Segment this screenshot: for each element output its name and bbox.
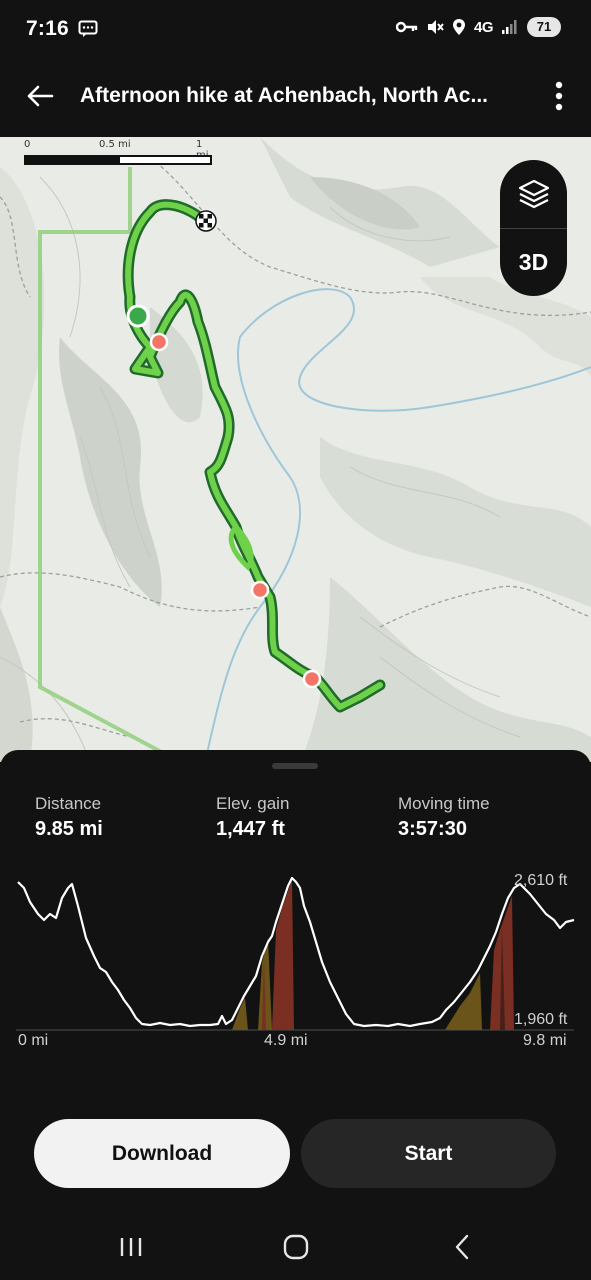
home-button[interactable] xyxy=(266,1230,326,1264)
route-map[interactable]: 0 0.5 mi 1 mi 3D xyxy=(0,137,591,762)
signal-icon xyxy=(501,19,519,35)
scale-label-0: 0 xyxy=(24,139,31,150)
elevation-profile-graphic xyxy=(16,876,575,1031)
more-vertical-icon xyxy=(555,81,563,111)
start-button[interactable]: Start xyxy=(301,1119,556,1188)
stat-value: 1,447 ft xyxy=(216,818,285,840)
elevation-max-label: 2,610 ft xyxy=(514,872,568,889)
stat-moving-time: Moving time 3:57:30 xyxy=(398,794,490,841)
download-button[interactable]: Download xyxy=(34,1119,290,1188)
waypoint-marker[interactable] xyxy=(302,669,322,689)
start-marker xyxy=(126,304,150,328)
finish-marker-icon xyxy=(195,210,217,232)
layers-icon xyxy=(518,179,549,209)
elevation-line xyxy=(17,876,575,1028)
map-scale-bar: 0 0.5 mi 1 mi xyxy=(24,139,214,169)
stat-label: Moving time xyxy=(398,794,490,813)
elevation-profile-chart[interactable]: 2,610 ft 1,960 ft 0 mi 4.9 mi 9.8 mi xyxy=(0,858,591,1058)
waypoint-marker[interactable] xyxy=(250,580,270,600)
distance-start-label: 0 mi xyxy=(18,1032,49,1049)
system-navigation-bar xyxy=(0,1212,591,1280)
status-time: 7:16 xyxy=(26,17,69,40)
layers-button[interactable] xyxy=(500,160,567,228)
stat-label: Elev. gain xyxy=(216,794,290,813)
battery-indicator: 71 xyxy=(527,17,561,37)
distance-mid-label: 4.9 mi xyxy=(264,1032,308,1049)
vpn-key-icon xyxy=(395,20,418,34)
more-options-button[interactable] xyxy=(541,76,577,116)
mute-icon xyxy=(426,18,444,36)
activity-details-sheet: Distance 9.85 mi Elev. gain 1,447 ft Mov… xyxy=(0,750,591,1212)
3d-view-button[interactable]: 3D xyxy=(500,228,567,296)
contour-lines xyxy=(0,176,521,762)
stat-value: 3:57:30 xyxy=(398,818,467,840)
scale-label-half: 0.5 mi xyxy=(99,139,131,150)
page-title: Afternoon hike at Achenbach, North Ac... xyxy=(80,84,488,107)
recent-apps-button[interactable] xyxy=(101,1230,161,1264)
sheet-drag-handle[interactable] xyxy=(272,763,318,769)
stat-label: Distance xyxy=(35,794,102,813)
home-icon xyxy=(283,1234,309,1260)
stat-elevation-gain: Elev. gain 1,447 ft xyxy=(216,794,289,841)
map-controls: 3D xyxy=(500,160,567,296)
message-notification-icon xyxy=(78,20,98,43)
back-button[interactable] xyxy=(20,76,60,116)
recent-apps-icon xyxy=(120,1238,142,1256)
app-root: 7:16 4G 71 Afternoon hike at Achenbach, … xyxy=(0,0,591,1280)
network-type: 4G xyxy=(473,18,494,36)
stat-distance: Distance 9.85 mi xyxy=(35,794,103,841)
arrow-left-icon xyxy=(27,85,54,107)
elevation-min-label: 1,960 ft xyxy=(514,1011,568,1028)
scale-bar-graphic xyxy=(24,155,212,165)
status-bar: 7:16 4G 71 xyxy=(0,0,591,58)
top-app-bar: Afternoon hike at Achenbach, North Ac... xyxy=(0,58,591,137)
stat-value: 9.85 mi xyxy=(35,818,103,840)
location-icon xyxy=(452,18,466,36)
system-back-button[interactable] xyxy=(432,1230,492,1264)
waypoint-marker[interactable] xyxy=(149,332,169,352)
distance-end-label: 9.8 mi xyxy=(523,1032,567,1049)
chevron-left-icon xyxy=(455,1234,469,1260)
grade-fill xyxy=(232,880,514,1030)
status-icons: 4G 71 xyxy=(395,17,561,37)
